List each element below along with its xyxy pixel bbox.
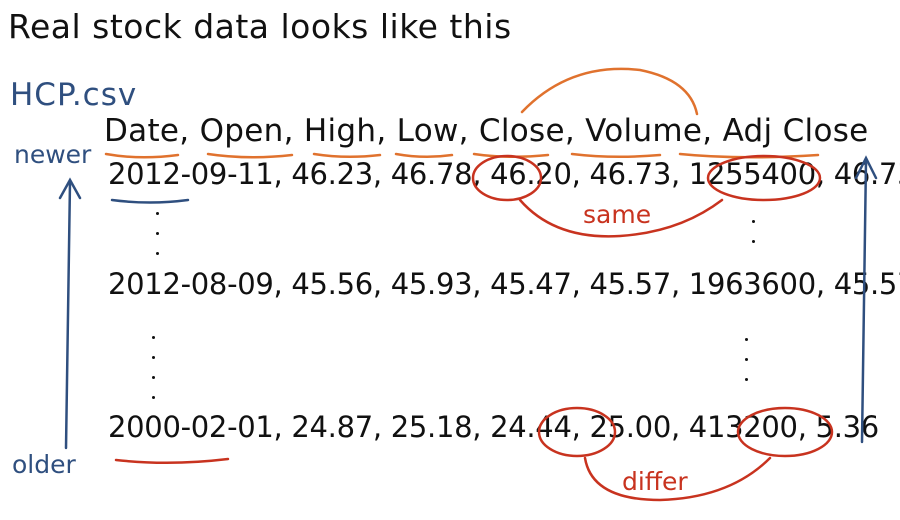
header-underlines <box>104 67 820 159</box>
value-circles <box>471 154 834 458</box>
date-underline-blue <box>110 198 190 204</box>
same-bracket <box>518 198 724 238</box>
date-underline-red <box>114 457 230 465</box>
time-arrow-right <box>854 155 878 444</box>
time-arrow-left <box>58 177 82 450</box>
annotation-overlay <box>58 67 878 502</box>
whiteboard-canvas: Real stock data looks like this HCP.csv … <box>0 0 900 520</box>
differ-bracket <box>583 456 772 502</box>
